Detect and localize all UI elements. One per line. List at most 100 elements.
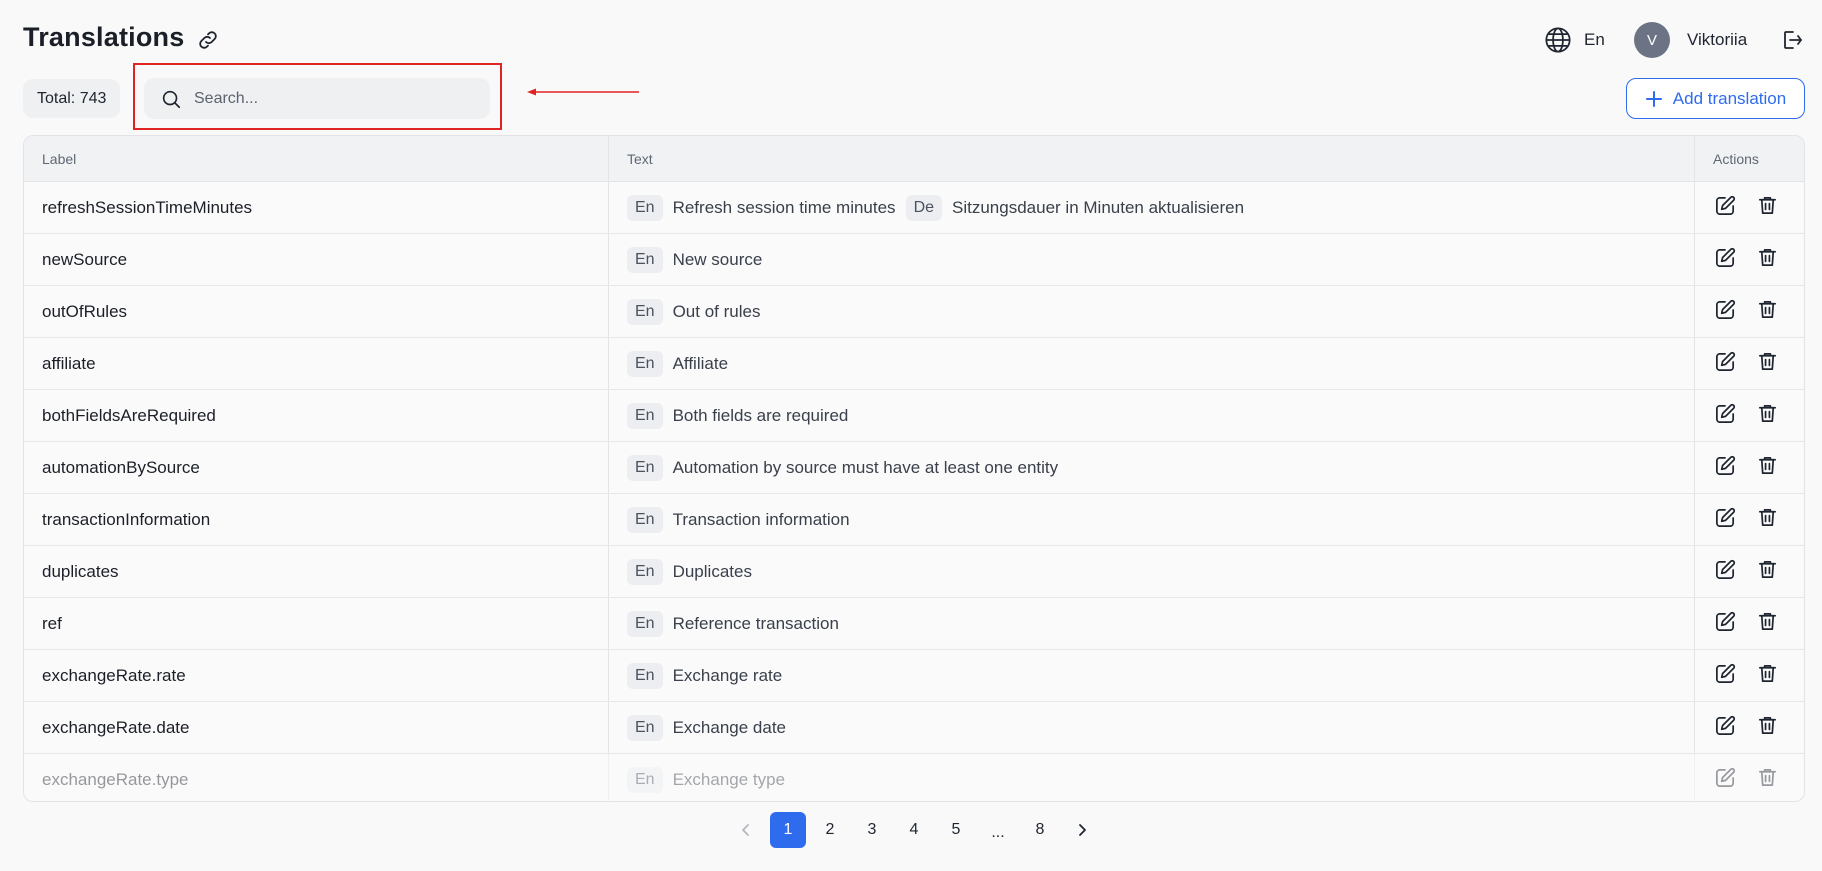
delete-button[interactable]	[1756, 194, 1779, 222]
row-actions	[1695, 390, 1804, 441]
row-text: En Transaction information	[609, 494, 1695, 545]
table-row: newSource En New source	[24, 234, 1804, 286]
edit-button[interactable]	[1714, 766, 1737, 794]
edit-icon[interactable]	[1714, 194, 1737, 217]
annotation-arrow	[527, 88, 639, 96]
trash-icon[interactable]	[1756, 246, 1779, 269]
table-row: transactionInformation En Transaction info…	[24, 494, 1804, 546]
page-button[interactable]: 2	[812, 812, 848, 848]
edit-button[interactable]	[1714, 662, 1737, 690]
page-button[interactable]: 1	[770, 812, 806, 848]
edit-icon[interactable]	[1714, 350, 1737, 373]
row-text: En Affiliate	[609, 338, 1695, 389]
delete-button[interactable]	[1756, 506, 1779, 534]
pagination-ellipsis: ...	[991, 824, 1005, 841]
row-text: En New source	[609, 234, 1695, 285]
user-name: Viktoriia	[1687, 30, 1748, 49]
trash-icon[interactable]	[1756, 558, 1779, 581]
trash-icon[interactable]	[1756, 766, 1779, 789]
edit-button[interactable]	[1714, 506, 1737, 534]
trash-icon[interactable]	[1756, 662, 1779, 685]
delete-button[interactable]	[1756, 714, 1779, 742]
edit-button[interactable]	[1714, 454, 1737, 482]
table-body: refreshSessionTimeMinutes En Refresh sessi…	[24, 182, 1804, 801]
edit-icon[interactable]	[1714, 610, 1737, 633]
column-header-label: Label	[24, 136, 609, 181]
page-list: 1 2 3 4 5... 8	[770, 812, 1064, 848]
edit-button[interactable]	[1714, 402, 1737, 430]
edit-button[interactable]	[1714, 246, 1737, 274]
edit-icon[interactable]	[1714, 246, 1737, 269]
language-tag: En	[627, 558, 663, 585]
trash-icon[interactable]	[1756, 714, 1779, 737]
page-title: Translations	[23, 22, 185, 52]
edit-button[interactable]	[1714, 610, 1737, 638]
edit-button[interactable]	[1714, 298, 1737, 326]
edit-button[interactable]	[1714, 350, 1737, 378]
edit-icon[interactable]	[1714, 662, 1737, 685]
edit-icon[interactable]	[1714, 298, 1737, 321]
row-actions	[1695, 182, 1804, 233]
translation-text: Sitzungsdauer in Minuten aktualisieren	[952, 197, 1245, 217]
trash-icon[interactable]	[1756, 402, 1779, 425]
user-menu[interactable]: V Viktoriia	[1634, 22, 1747, 58]
row-text: En Duplicates	[609, 546, 1695, 597]
delete-button[interactable]	[1756, 610, 1779, 638]
edit-icon[interactable]	[1714, 506, 1737, 529]
trash-icon[interactable]	[1756, 298, 1779, 321]
delete-button[interactable]	[1756, 298, 1779, 326]
delete-button[interactable]	[1756, 350, 1779, 378]
delete-button[interactable]	[1756, 454, 1779, 482]
search-input[interactable]	[194, 89, 474, 108]
language-tag: En	[627, 350, 663, 377]
edit-icon[interactable]	[1714, 558, 1737, 581]
edit-icon[interactable]	[1714, 714, 1737, 737]
prev-page-button[interactable]	[728, 812, 764, 848]
language-switcher[interactable]: En	[1544, 26, 1605, 54]
edit-icon[interactable]	[1714, 454, 1737, 477]
trash-icon[interactable]	[1756, 194, 1779, 217]
delete-button[interactable]	[1756, 766, 1779, 794]
add-translation-label: Add translation	[1672, 88, 1787, 108]
row-actions	[1695, 650, 1804, 701]
language-tag: En	[627, 506, 663, 533]
page-button[interactable]: 4	[896, 812, 932, 848]
edit-icon[interactable]	[1714, 402, 1737, 425]
trash-icon[interactable]	[1756, 350, 1779, 373]
column-header-text: Text	[609, 136, 1695, 181]
row-label: exchangeRate.date	[24, 702, 609, 753]
trash-icon[interactable]	[1756, 506, 1779, 529]
column-header-actions: Actions	[1713, 150, 1759, 167]
translation-text: Exchange type	[672, 769, 786, 789]
row-actions	[1695, 702, 1804, 753]
page-button[interactable]: 8	[1022, 812, 1058, 848]
edit-icon[interactable]	[1714, 766, 1737, 789]
trash-icon[interactable]	[1756, 454, 1779, 477]
link-icon[interactable]	[196, 28, 220, 52]
edit-button[interactable]	[1714, 558, 1737, 586]
language-tag: De	[905, 194, 943, 221]
add-translation-button[interactable]: Add translation	[1626, 78, 1805, 119]
edit-button[interactable]	[1714, 194, 1737, 222]
search-box[interactable]	[144, 78, 490, 119]
delete-button[interactable]	[1756, 558, 1779, 586]
row-actions	[1695, 546, 1804, 597]
delete-button[interactable]	[1756, 402, 1779, 430]
next-page-button[interactable]	[1064, 812, 1100, 848]
language-tag: En	[627, 766, 663, 793]
table-row: exchangeRate.date En Exchange date	[24, 702, 1804, 754]
translation-text: Reference transaction	[672, 613, 839, 633]
language-label: En	[1584, 30, 1605, 49]
page-button[interactable]: 5	[938, 812, 974, 848]
delete-button[interactable]	[1756, 662, 1779, 690]
translation-text: Transaction information	[672, 509, 850, 529]
row-label: outOfRules	[24, 286, 609, 337]
table-row: affiliate En Affiliate	[24, 338, 1804, 390]
page-button[interactable]: 3	[854, 812, 890, 848]
language-tag: En	[627, 454, 663, 481]
delete-button[interactable]	[1756, 246, 1779, 274]
row-text: En Reference transaction	[609, 598, 1695, 649]
trash-icon[interactable]	[1756, 610, 1779, 633]
edit-button[interactable]	[1714, 714, 1737, 742]
logout-icon[interactable]	[1780, 28, 1804, 52]
